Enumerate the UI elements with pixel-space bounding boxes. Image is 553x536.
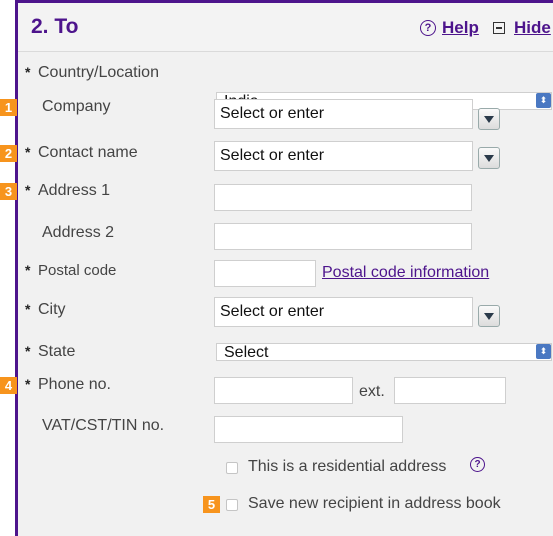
state-label: State <box>38 343 76 360</box>
help-link[interactable]: ? Help <box>420 18 479 38</box>
state-select[interactable]: Select ⬍ <box>216 343 552 361</box>
step-badge: 3 <box>0 183 17 200</box>
residential-checkbox[interactable] <box>226 462 238 474</box>
company-label: Company <box>42 98 111 115</box>
step-badge: 2 <box>0 145 17 162</box>
postal-code-label: Postal code <box>38 262 117 279</box>
ext-input[interactable] <box>394 377 506 404</box>
contact-dropdown-button[interactable] <box>478 147 500 169</box>
step-badge: 4 <box>0 377 17 394</box>
required-marker: * <box>25 64 31 80</box>
phone-input[interactable] <box>214 377 353 404</box>
ext-label: ext. <box>359 383 385 400</box>
country-label: Country/Location <box>38 64 159 81</box>
address1-input[interactable] <box>214 184 472 211</box>
question-icon: ? <box>420 20 436 36</box>
contact-name-label: Contact name <box>38 144 138 161</box>
required-marker: * <box>25 144 31 160</box>
required-marker: * <box>25 301 31 317</box>
help-label: Help <box>442 18 479 37</box>
step-badge: 5 <box>203 496 220 513</box>
hide-link[interactable]: Hide <box>493 18 551 38</box>
postal-code-info-link[interactable]: Postal code information <box>322 264 489 282</box>
city-dropdown-button[interactable] <box>478 305 500 327</box>
section-title: 2. To <box>31 15 79 38</box>
residential-label: This is a residential address <box>248 458 447 475</box>
city-label: City <box>38 301 66 318</box>
address2-input[interactable] <box>214 223 472 250</box>
state-value: Select <box>224 344 269 361</box>
required-marker: * <box>25 182 31 198</box>
select-arrow-icon: ⬍ <box>536 93 551 108</box>
contact-name-input[interactable]: Select or enter <box>214 141 473 171</box>
postal-code-input[interactable] <box>214 260 316 287</box>
save-recipient-checkbox[interactable] <box>226 499 238 511</box>
question-icon[interactable]: ? <box>470 457 485 472</box>
select-arrow-icon: ⬍ <box>536 344 551 359</box>
phone-label: Phone no. <box>38 376 111 393</box>
required-marker: * <box>25 262 31 278</box>
company-dropdown-button[interactable] <box>478 108 500 130</box>
required-marker: * <box>25 376 31 392</box>
section-header: 2. To ? Help Hide <box>18 3 553 52</box>
company-input[interactable]: Select or enter <box>214 99 473 129</box>
vat-label: VAT/CST/TIN no. <box>42 417 165 434</box>
required-marker: * <box>25 343 31 359</box>
city-input[interactable]: Select or enter <box>214 297 473 327</box>
step-badge: 1 <box>0 99 17 116</box>
save-recipient-label: Save new recipient in address book <box>248 495 501 512</box>
hide-label: Hide <box>514 18 551 37</box>
address1-label: Address 1 <box>38 182 111 199</box>
collapse-icon <box>493 22 505 34</box>
vat-input[interactable] <box>214 416 403 443</box>
address2-label: Address 2 <box>42 224 115 241</box>
